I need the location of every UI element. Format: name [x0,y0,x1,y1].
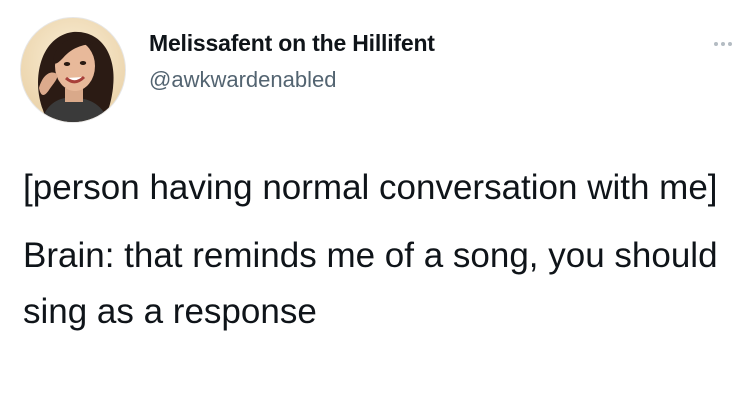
tweet-paragraph: Brain: that reminds me of a song, you sh… [23,236,718,331]
author-display-name[interactable]: Melissafent on the Hillifent [149,30,435,57]
more-dot [728,42,732,46]
more-dot [721,42,725,46]
avatar-illustration [21,18,125,122]
tweet-paragraph: [person having normal conversation with … [23,168,718,207]
more-dot [714,42,718,46]
tweet-card: Melissafent on the Hillifent @awkwardena… [0,0,750,417]
tweet-text: [person having normal conversation with … [23,160,733,340]
more-options-icon[interactable] [706,34,740,54]
author-handle[interactable]: @awkwardenabled [149,67,336,93]
avatar[interactable] [20,17,126,123]
